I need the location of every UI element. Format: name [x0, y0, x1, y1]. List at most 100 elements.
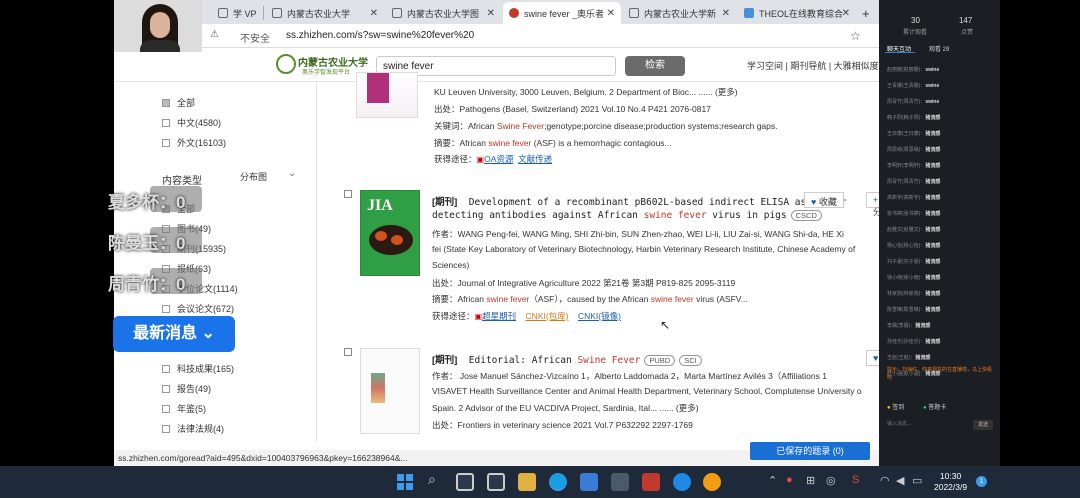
- webcam-face: [150, 12, 170, 38]
- tab-viewers[interactable]: 观看 29: [929, 44, 949, 53]
- chat-text: 猪流感: [925, 227, 941, 233]
- result-cover-image[interactable]: [360, 348, 420, 434]
- document-delivery-link[interactable]: 文献传递: [518, 154, 552, 164]
- checkbox[interactable]: [162, 304, 170, 313]
- filter-lang-all[interactable]: 全部: [162, 96, 195, 109]
- windows-start-icon[interactable]: [396, 473, 414, 491]
- danmu-message: 陈曼玉：0: [108, 234, 186, 253]
- screen-border: [1000, 0, 1080, 466]
- favorite-button[interactable]: ♥ 收藏: [804, 192, 844, 208]
- tray-icon[interactable]: ◎: [826, 474, 836, 487]
- windows-logo-part: [397, 474, 404, 481]
- distribution-link[interactable]: 分布图: [240, 170, 267, 183]
- app-icon[interactable]: [703, 473, 721, 491]
- edge-browser-icon[interactable]: [549, 473, 567, 491]
- chaoxing-journal-link[interactable]: 超星期刊: [482, 311, 516, 321]
- volume-icon[interactable]: ◀: [896, 474, 904, 487]
- search-icon[interactable]: ⌕: [428, 471, 436, 488]
- chat-input[interactable]: 输入消息...: [887, 420, 911, 427]
- oa-resource-link[interactable]: OA资源: [484, 154, 513, 164]
- url-input[interactable]: ss.zhizhen.com/s?sw=swine%20fever%20: [286, 30, 474, 41]
- close-icon[interactable]: ✕: [487, 8, 495, 19]
- result-source: 出处：Pathogens (Basel, Switzerland) 2021 V…: [434, 104, 711, 114]
- filter-type-reports[interactable]: 报告(49): [162, 382, 211, 395]
- result-title[interactable]: [期刊] Development of a recombinant pB602L…: [432, 194, 846, 208]
- favorite-button[interactable]: ♥: [866, 350, 879, 366]
- filter-type-yearbooks[interactable]: 年鉴(5): [162, 402, 206, 415]
- chat-text: 猪流感: [925, 179, 941, 185]
- filter-lang-zh[interactable]: 中文(4580): [162, 116, 221, 129]
- sougou-icon[interactable]: S: [852, 474, 859, 486]
- close-icon[interactable]: ✕: [842, 8, 850, 19]
- checkbox[interactable]: [162, 404, 170, 413]
- chat-message: 孙佳乐(孙佳乐)：猪流感: [887, 339, 941, 345]
- app-icon[interactable]: [611, 473, 629, 491]
- chat-author: 杨心怡(杨心怡): [887, 243, 921, 249]
- result-cover-image[interactable]: JIA: [360, 190, 420, 276]
- checkbox[interactable]: [162, 364, 170, 373]
- store-icon[interactable]: [580, 473, 598, 491]
- sign-in-button[interactable]: ● 签到: [887, 402, 904, 411]
- double-chevron-down-icon[interactable]: ⌄: [288, 168, 296, 179]
- checkbox[interactable]: [162, 118, 170, 127]
- filter-label: 会议论文(672): [177, 304, 235, 314]
- close-icon[interactable]: ✕: [607, 8, 615, 19]
- cnki-mirror-link[interactable]: CNKI(镜像): [578, 311, 621, 321]
- filter-lang-foreign[interactable]: 外文(16103): [162, 136, 226, 149]
- checkbox[interactable]: [162, 98, 170, 107]
- battery-icon[interactable]: ▭: [912, 474, 922, 487]
- search-button[interactable]: 检索: [625, 56, 685, 76]
- filter-type-laws[interactable]: 法律法规(4): [162, 422, 224, 435]
- tab-2[interactable]: 内蒙古农业大学 ✕: [266, 2, 384, 24]
- checkbox[interactable]: [162, 384, 170, 393]
- tab-5[interactable]: 内蒙古农业大学新 ✕: [623, 2, 736, 24]
- result-authors-2: fei (State Key Laboratory of Veterinary …: [432, 244, 856, 254]
- tab-bar: 学 VP 内蒙古农业大学 ✕ 内蒙古农业大学图 ✕ swine fever _奥…: [114, 0, 879, 24]
- browser-window: 学 VP 内蒙古农业大学 ✕ 内蒙古农业大学图 ✕ swine fever _奥…: [114, 0, 879, 466]
- tab-1[interactable]: 学 VP: [212, 2, 264, 24]
- chevron-up-icon[interactable]: ⌃: [768, 474, 777, 487]
- antivirus-icon[interactable]: ●: [786, 474, 793, 486]
- bookmark-star-icon[interactable]: ☆: [850, 29, 861, 43]
- filter-type-achievements[interactable]: 科技成果(165): [162, 362, 234, 375]
- share-button[interactable]: + 分: [866, 192, 879, 217]
- filter-type-conference[interactable]: 会议论文(672): [162, 302, 234, 315]
- chat-author: 高新宇(高新宇): [887, 195, 921, 201]
- result-title[interactable]: [期刊] Editorial: African Swine Fever PUBD S…: [432, 352, 702, 366]
- cnki-package-link[interactable]: CNKI(包库): [526, 311, 569, 321]
- notification-badge[interactable]: 1: [976, 476, 987, 487]
- close-icon[interactable]: ✕: [722, 8, 730, 19]
- result-checkbox[interactable]: [344, 348, 352, 356]
- tab-3[interactable]: 内蒙古农业大学图 ✕: [386, 2, 501, 24]
- warning-icon[interactable]: ⚠: [210, 29, 219, 40]
- tab-label: 内蒙古农业大学新: [644, 8, 717, 19]
- result-cover-image[interactable]: [356, 72, 418, 118]
- result-affiliation: KU Leuven University, 3000 Leuven, Belgi…: [434, 87, 738, 97]
- result-title-2[interactable]: detecting antibodies against African swi…: [432, 210, 822, 221]
- ime-icon[interactable]: ⊞: [806, 474, 815, 487]
- tab-4-active[interactable]: swine fever _奥乐者 ✕: [503, 2, 621, 24]
- chat-message: 高新宇(高新宇)：猪流感: [887, 195, 941, 201]
- saved-records-button[interactable]: 已保存的题录 (0): [750, 442, 870, 460]
- windows-logo-part: [397, 483, 404, 490]
- chat-author: 徐小雨(徐小雨): [887, 275, 921, 281]
- feishu-icon[interactable]: [673, 473, 691, 491]
- wifi-icon[interactable]: ◠: [880, 474, 890, 487]
- result-checkbox[interactable]: [344, 190, 352, 198]
- checkbox[interactable]: [162, 138, 170, 147]
- wps-icon[interactable]: [642, 473, 660, 491]
- task-view-icon[interactable]: [456, 473, 474, 491]
- new-tab-button[interactable]: +: [858, 2, 878, 24]
- answer-card-button[interactable]: ● 答题卡: [923, 402, 946, 411]
- close-icon[interactable]: ✕: [370, 8, 378, 19]
- send-button[interactable]: 发送: [973, 420, 993, 430]
- tab-6[interactable]: THEOL在线教育综合 ✕: [738, 2, 856, 24]
- file-explorer-icon[interactable]: [518, 473, 536, 491]
- header-links[interactable]: 学习空间 | 期刊导航 | 大雅相似度: [747, 59, 879, 72]
- latest-news-button[interactable]: 最新消息 ⌄: [113, 316, 235, 352]
- result-authors-3: Sciences): [432, 260, 470, 270]
- checkbox[interactable]: [162, 424, 170, 433]
- page-icon: [629, 8, 639, 18]
- widgets-icon[interactable]: [487, 473, 505, 491]
- system-clock[interactable]: 10:30 2022/3/9: [934, 471, 967, 493]
